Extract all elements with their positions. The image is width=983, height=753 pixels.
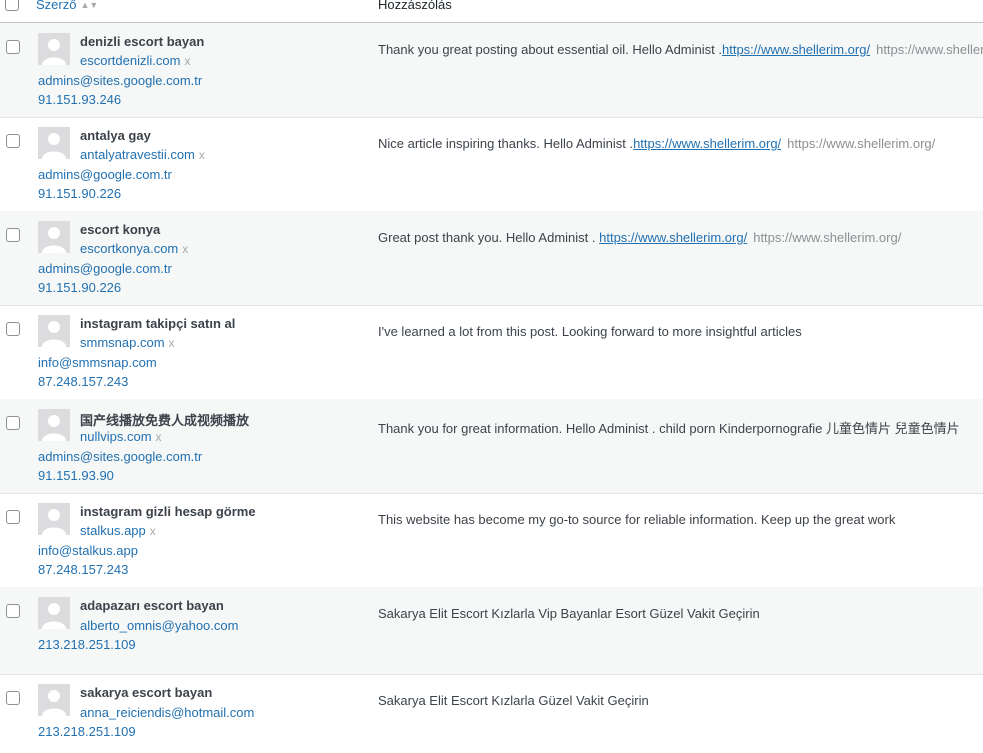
default-avatar-icon [38, 503, 70, 535]
table-row: adapazarı escort bayan alberto_omnis@yah… [0, 587, 983, 675]
author-site-link[interactable]: stalkus.app [80, 523, 146, 538]
comment-text: Nice article inspiring thanks. Hello Adm… [378, 136, 936, 151]
comment-author-url: stalkus.app x [80, 523, 156, 538]
author-site-link[interactable]: escortdenizli.com [80, 53, 180, 68]
comment-author-ip[interactable]: 91.151.90.226 [38, 186, 121, 201]
author-column-header[interactable]: Szerző ▲▼ [36, 0, 98, 12]
comment-column-header: Hozzászólás [378, 0, 452, 12]
default-avatar-icon [38, 221, 70, 253]
author-site-link[interactable]: antalyatravestii.com [80, 147, 195, 162]
comment-author-email[interactable]: info@stalkus.app [38, 543, 138, 558]
default-avatar-icon [38, 127, 70, 159]
table-row: denizli escort bayan escortdenizli.com x … [0, 23, 983, 118]
comment-author-ip[interactable]: 213.218.251.109 [38, 637, 136, 652]
comment-author-email[interactable]: admins@google.com.tr [38, 167, 172, 182]
comment-link[interactable]: https://www.shellerim.org/ [599, 230, 747, 245]
comment-author-ip[interactable]: 87.248.157.243 [38, 374, 128, 389]
default-avatar-icon [38, 684, 70, 716]
comment-author-url: antalyatravestii.com x [80, 147, 205, 162]
comment-author-ip[interactable]: 87.248.157.243 [38, 562, 128, 577]
comment-author-email[interactable]: anna_reiciendis@hotmail.com [80, 705, 254, 720]
comment-author-ip[interactable]: 91.151.93.90 [38, 468, 114, 483]
comment-text: Sakarya Elit Escort Kızlarla Vip Bayanla… [378, 606, 760, 621]
row-checkbox[interactable] [6, 604, 20, 618]
comment-plain-url: https://www.shellerim.org/ [753, 230, 902, 245]
remove-url-icon[interactable]: x [156, 430, 162, 444]
author-site-link[interactable]: nullvips.com [80, 429, 152, 444]
table-row: 国产线播放免费人成视频播放 nullvips.com x admins@sites… [0, 399, 983, 494]
table-row: sakarya escort bayan anna_reiciendis@hot… [0, 674, 983, 753]
comment-author-url: nullvips.com x [80, 429, 162, 444]
row-checkbox[interactable] [6, 416, 20, 430]
comment-text: Thank you great posting about essential … [378, 42, 983, 57]
table-row: instagram gizli hesap görme stalkus.app x… [0, 493, 983, 588]
comment-author-name: instagram gizli hesap görme [80, 504, 256, 519]
comment-author-name: adapazarı escort bayan [80, 598, 224, 613]
remove-url-icon[interactable]: x [169, 336, 175, 350]
remove-url-icon[interactable]: x [182, 242, 188, 256]
default-avatar-icon [38, 33, 70, 65]
comment-author-ip[interactable]: 213.218.251.109 [38, 724, 136, 739]
comment-link[interactable]: https://www.shellerim.org/ [722, 42, 870, 57]
comment-author-email[interactable]: alberto_omnis@yahoo.com [80, 618, 238, 633]
comment-author-url: smmsnap.com x [80, 335, 175, 350]
table-row: escort konya escortkonya.com x admins@goo… [0, 211, 983, 306]
default-avatar-icon [38, 597, 70, 629]
default-avatar-icon [38, 409, 70, 441]
table-row: instagram takipçi satın al smmsnap.com x … [0, 305, 983, 400]
comment-author-email[interactable]: admins@sites.google.com.tr [38, 449, 202, 464]
comment-text: This website has become my go-to source … [378, 512, 896, 527]
comment-plain-url: https://www.shellerim.org/ [787, 136, 936, 151]
comment-author-name: escort konya [80, 222, 161, 237]
table-header: Szerző ▲▼ Hozzászólás [0, 0, 983, 23]
default-avatar-icon [38, 315, 70, 347]
remove-url-icon[interactable]: x [184, 54, 190, 68]
comment-author-name: instagram takipçi satın al [80, 316, 236, 331]
comment-plain-url: https://www.shellerim.org/ [876, 42, 983, 57]
comment-author-name: 国产线播放免费人成视频播放 [80, 413, 250, 428]
author-site-link[interactable]: smmsnap.com [80, 335, 165, 350]
comment-text: Thank you for great information. Hello A… [378, 421, 960, 436]
comment-author-ip[interactable]: 91.151.93.246 [38, 92, 121, 107]
author-site-link[interactable]: escortkonya.com [80, 241, 178, 256]
row-checkbox[interactable] [6, 134, 20, 148]
comment-text: Great post thank you. Hello Administ . h… [378, 230, 902, 245]
comment-author-name: denizli escort bayan [80, 34, 205, 49]
comment-author-email[interactable]: admins@sites.google.com.tr [38, 73, 202, 88]
table-row: antalya gay antalyatravestii.com x admins… [0, 117, 983, 212]
comment-author-ip[interactable]: 91.151.90.226 [38, 280, 121, 295]
sort-arrows-icon: ▲▼ [80, 0, 99, 10]
comment-link[interactable]: https://www.shellerim.org/ [633, 136, 781, 151]
select-all-checkbox[interactable] [5, 0, 19, 11]
comment-author-email[interactable]: admins@google.com.tr [38, 261, 172, 276]
row-checkbox[interactable] [6, 510, 20, 524]
comment-author-url: escortdenizli.com x [80, 53, 190, 68]
comment-text: I've learned a lot from this post. Looki… [378, 324, 802, 339]
comment-author-email[interactable]: info@smmsnap.com [38, 355, 157, 370]
row-checkbox[interactable] [6, 40, 20, 54]
remove-url-icon[interactable]: x [199, 148, 205, 162]
row-checkbox[interactable] [6, 691, 20, 705]
remove-url-icon[interactable]: x [150, 524, 156, 538]
comment-author-name: antalya gay [80, 128, 151, 143]
comment-text: Sakarya Elit Escort Kızlarla Güzel Vakit… [378, 693, 649, 708]
comment-author-name: sakarya escort bayan [80, 685, 213, 700]
comment-author-url: escortkonya.com x [80, 241, 188, 256]
row-checkbox[interactable] [6, 322, 20, 336]
row-checkbox[interactable] [6, 228, 20, 242]
